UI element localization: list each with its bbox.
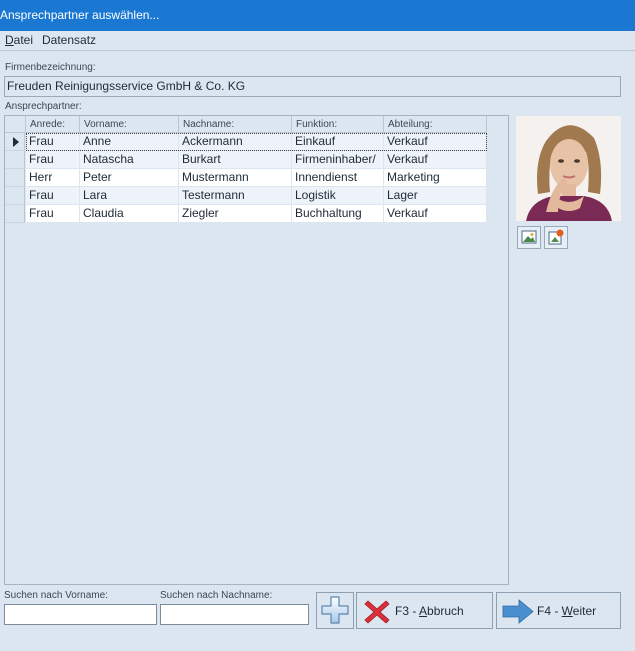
cell-nachname[interactable]: Ackermann: [179, 133, 292, 151]
cell-vorname[interactable]: Lara: [80, 187, 179, 205]
contacts-label: Ansprechpartner:: [5, 101, 82, 112]
grid-corner: [5, 116, 26, 133]
cell-nachname[interactable]: Burkart: [179, 151, 292, 169]
cell-nachname[interactable]: Testermann: [179, 187, 292, 205]
edit-image-icon-button[interactable]: [544, 226, 568, 249]
search-lastname-label: Suchen nach Nachname:: [160, 590, 273, 601]
cell-anrede[interactable]: Frau: [26, 187, 80, 205]
table-row[interactable]: Frau Anne Ackermann Einkauf Verkauf: [5, 133, 508, 151]
cell-funktion[interactable]: Firmeninhaber/: [292, 151, 384, 169]
next-mnemonic: W: [561, 604, 573, 618]
portrait-image: [516, 116, 621, 221]
cancel-button-label: F3 - Abbruch: [395, 604, 464, 618]
menu-bar: Datei Datensatz: [0, 31, 635, 51]
next-button[interactable]: F4 - Weiter: [496, 592, 621, 629]
image-icon: [521, 230, 537, 244]
cell-funktion[interactable]: Innendienst: [292, 169, 384, 187]
table-row[interactable]: Herr Peter Mustermann Innendienst Marketing: [5, 169, 508, 187]
cell-anrede[interactable]: Frau: [26, 205, 80, 223]
row-indicator[interactable]: [5, 133, 25, 151]
cancel-mnemonic: A: [419, 604, 428, 618]
cell-vorname[interactable]: Natascha: [80, 151, 179, 169]
company-label: Firmenbezeichnung:: [5, 62, 96, 73]
table-row[interactable]: Frau Lara Testermann Logistik Lager: [5, 187, 508, 205]
cell-funktion[interactable]: Einkauf: [292, 133, 384, 151]
cell-nachname[interactable]: Mustermann: [179, 169, 292, 187]
contact-photo: [516, 116, 621, 221]
cell-nachname[interactable]: Ziegler: [179, 205, 292, 223]
cell-vorname[interactable]: Peter: [80, 169, 179, 187]
search-lastname-input[interactable]: [160, 604, 309, 625]
plus-icon: [321, 596, 349, 624]
cell-funktion[interactable]: Logistik: [292, 187, 384, 205]
menu-datensatz[interactable]: Datensatz: [42, 33, 96, 47]
window-title: Ansprechpartner auswählen...: [0, 8, 160, 22]
menu-datei[interactable]: Datei: [5, 33, 33, 47]
menu-datensatz-label: Datensatz: [42, 33, 97, 47]
add-button[interactable]: [316, 592, 354, 629]
col-head-vorname[interactable]: Vorname:: [80, 116, 179, 133]
company-field: Freuden Reinigungsservice GmbH & Co. KG: [4, 76, 621, 97]
next-prefix: F4 -: [537, 604, 562, 618]
menu-datei-mnemonic: D: [5, 33, 14, 47]
col-head-anrede[interactable]: Anrede:: [26, 116, 80, 133]
cell-abteilung[interactable]: Marketing: [384, 169, 487, 187]
contacts-grid[interactable]: Anrede: Vorname: Nachname: Funktion: Abt…: [4, 115, 509, 585]
row-indicator[interactable]: [5, 205, 25, 223]
cell-vorname[interactable]: Anne: [80, 133, 179, 151]
row-indicator[interactable]: [5, 169, 25, 187]
window-titlebar: Ansprechpartner auswählen...: [0, 0, 635, 31]
cell-anrede[interactable]: Herr: [26, 169, 80, 187]
cancel-button[interactable]: F3 - Abbruch: [356, 592, 493, 629]
cell-abteilung[interactable]: Lager: [384, 187, 487, 205]
cell-abteilung[interactable]: Verkauf: [384, 133, 487, 151]
table-row[interactable]: Frau Claudia Ziegler Buchhaltung Verkauf: [5, 205, 508, 223]
row-indicator[interactable]: [5, 151, 25, 169]
col-head-funktion[interactable]: Funktion:: [292, 116, 384, 133]
cell-vorname[interactable]: Claudia: [80, 205, 179, 223]
current-row-arrow-icon: [13, 137, 19, 147]
col-head-nachname[interactable]: Nachname:: [179, 116, 292, 133]
image-icon-button[interactable]: [517, 226, 541, 249]
search-firstname-label: Suchen nach Vorname:: [4, 590, 108, 601]
next-button-label: F4 - Weiter: [537, 604, 596, 618]
arrow-right-icon: [502, 599, 534, 624]
cell-anrede[interactable]: Frau: [26, 133, 80, 151]
cell-abteilung[interactable]: Verkauf: [384, 205, 487, 223]
col-head-abteilung[interactable]: Abteilung:: [384, 116, 487, 133]
close-icon: [364, 600, 390, 624]
cancel-prefix: F3 -: [395, 604, 420, 618]
next-rest: eiter: [572, 604, 597, 618]
menu-datei-rest: atei: [13, 33, 34, 47]
cell-abteilung[interactable]: Verkauf: [384, 151, 487, 169]
search-firstname-input[interactable]: [4, 604, 157, 625]
cancel-rest: bbruch: [427, 604, 464, 618]
row-indicator[interactable]: [5, 187, 25, 205]
cell-funktion[interactable]: Buchhaltung: [292, 205, 384, 223]
table-row[interactable]: Frau Natascha Burkart Firmeninhaber/Verkauf: [5, 151, 508, 169]
grid-header: Anrede: Vorname: Nachname: Funktion: Abt…: [5, 116, 508, 133]
cell-anrede[interactable]: Frau: [26, 151, 80, 169]
edit-image-icon: [548, 229, 564, 245]
